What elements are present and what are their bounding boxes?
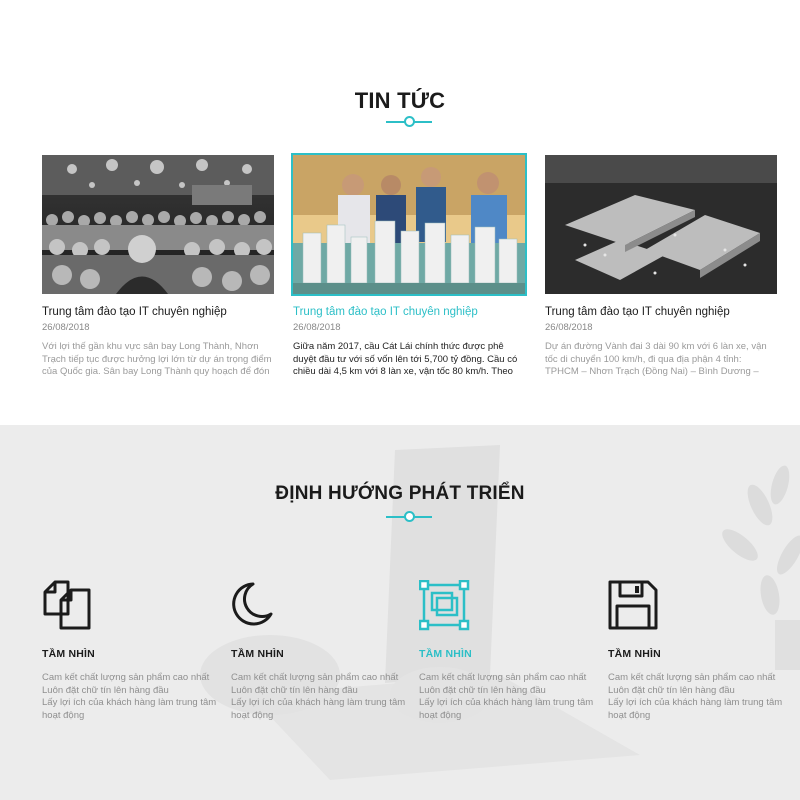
moon-icon bbox=[231, 580, 283, 632]
feature-1-line-3: Lấy lợi ích của khách hàng làm trung tâm… bbox=[42, 697, 217, 721]
feature-3: TẦM NHÌN Cam kết chất lượng sản phẩm cao… bbox=[418, 579, 599, 722]
news-card-1-excerpt: Với lợi thế gần khu vực sân bay Long Thà… bbox=[42, 341, 272, 377]
news-card-2-excerpt: Giữa năm 2017, cầu Cát Lái chính thức đư… bbox=[293, 341, 518, 379]
feature-2-line-3: Lấy lợi ích của khách hàng làm trung tâm… bbox=[231, 697, 406, 721]
feature-3-line-1: Cam kết chất lượng sản phẩm cao nhất bbox=[419, 672, 587, 683]
feature-2: TẦM NHÌN Cam kết chất lượng sản phẩm cao… bbox=[231, 580, 411, 722]
news-card-1-image[interactable] bbox=[42, 155, 274, 294]
direction-title-divider bbox=[386, 511, 432, 523]
feature-3-title: TẦM NHÌN bbox=[419, 648, 472, 660]
feature-1-line-2: Luôn đặt chữ tín lên hàng đầu bbox=[42, 684, 169, 696]
news-card-2-title[interactable]: Trung tâm đào tạo IT chuyên nghiệp bbox=[293, 305, 525, 319]
direction-section-title: ĐỊNH HƯỚNG PHÁT TRIỂN bbox=[275, 483, 525, 504]
direction-section: ĐỊNH HƯỚNG PHÁT TRIỂN TẦM NHÌN Cam kết c… bbox=[0, 425, 800, 800]
feature-4-line-1: Cam kết chất lượng sản phẩm cao nhất bbox=[608, 672, 776, 683]
feature-2-line-2: Luôn đặt chữ tín lên hàng đầu bbox=[231, 684, 358, 696]
feature-1: TẦM NHÌN Cam kết chất lượng sản phẩm cao… bbox=[42, 580, 222, 722]
news-section: TIN TỨC Trung tâm đào tạo IT chuyên nghi… bbox=[0, 0, 800, 425]
news-section-title: TIN TỨC bbox=[354, 88, 446, 113]
news-card-1-title[interactable]: Trung tâm đào tạo IT chuyên nghiệp bbox=[42, 305, 274, 319]
feature-3-line-2: Luôn đặt chữ tín lên hàng đầu bbox=[419, 684, 546, 696]
news-card-2-image[interactable] bbox=[291, 153, 527, 296]
news-card-1[interactable]: Trung tâm đào tạo IT chuyên nghiệp 26/08… bbox=[42, 155, 274, 379]
feature-3-line-3: Lấy lợi ích của khách hàng làm trung tâm… bbox=[419, 697, 594, 721]
feature-2-title: TẦM NHÌN bbox=[231, 648, 284, 660]
news-card-2-date: 26/08/2018 bbox=[293, 322, 341, 333]
layers-select-icon bbox=[418, 579, 471, 632]
feature-1-title: TẦM NHÌN bbox=[42, 648, 95, 660]
news-card-3[interactable]: Trung tâm đào tạo IT chuyên nghiệp 26/08… bbox=[545, 155, 777, 379]
news-title-divider bbox=[386, 116, 432, 128]
news-card-2[interactable]: Trung tâm đào tạo IT chuyên nghiệp 26/08… bbox=[291, 153, 527, 379]
feature-4-line-2: Luôn đặt chữ tín lên hàng đầu bbox=[608, 684, 735, 696]
news-card-3-image[interactable] bbox=[545, 155, 777, 294]
feature-4-title: TẦM NHÌN bbox=[608, 648, 661, 660]
feature-2-line-1: Cam kết chất lượng sản phẩm cao nhất bbox=[231, 672, 399, 683]
news-card-3-date: 26/08/2018 bbox=[545, 322, 593, 333]
news-card-3-excerpt: Dự án đường Vành đai 3 dài 90 km với 6 l… bbox=[545, 341, 767, 379]
documents-icon bbox=[42, 580, 94, 632]
news-card-3-title[interactable]: Trung tâm đào tạo IT chuyên nghiệp bbox=[545, 305, 777, 319]
floppy-disk-icon bbox=[608, 580, 660, 632]
feature-4: TẦM NHÌN Cam kết chất lượng sản phẩm cao… bbox=[608, 580, 788, 722]
feature-4-line-3: Lấy lợi ích của khách hàng làm trung tâm… bbox=[608, 697, 783, 721]
news-card-1-date: 26/08/2018 bbox=[42, 322, 90, 333]
feature-1-line-1: Cam kết chất lượng sản phẩm cao nhất bbox=[42, 672, 210, 683]
